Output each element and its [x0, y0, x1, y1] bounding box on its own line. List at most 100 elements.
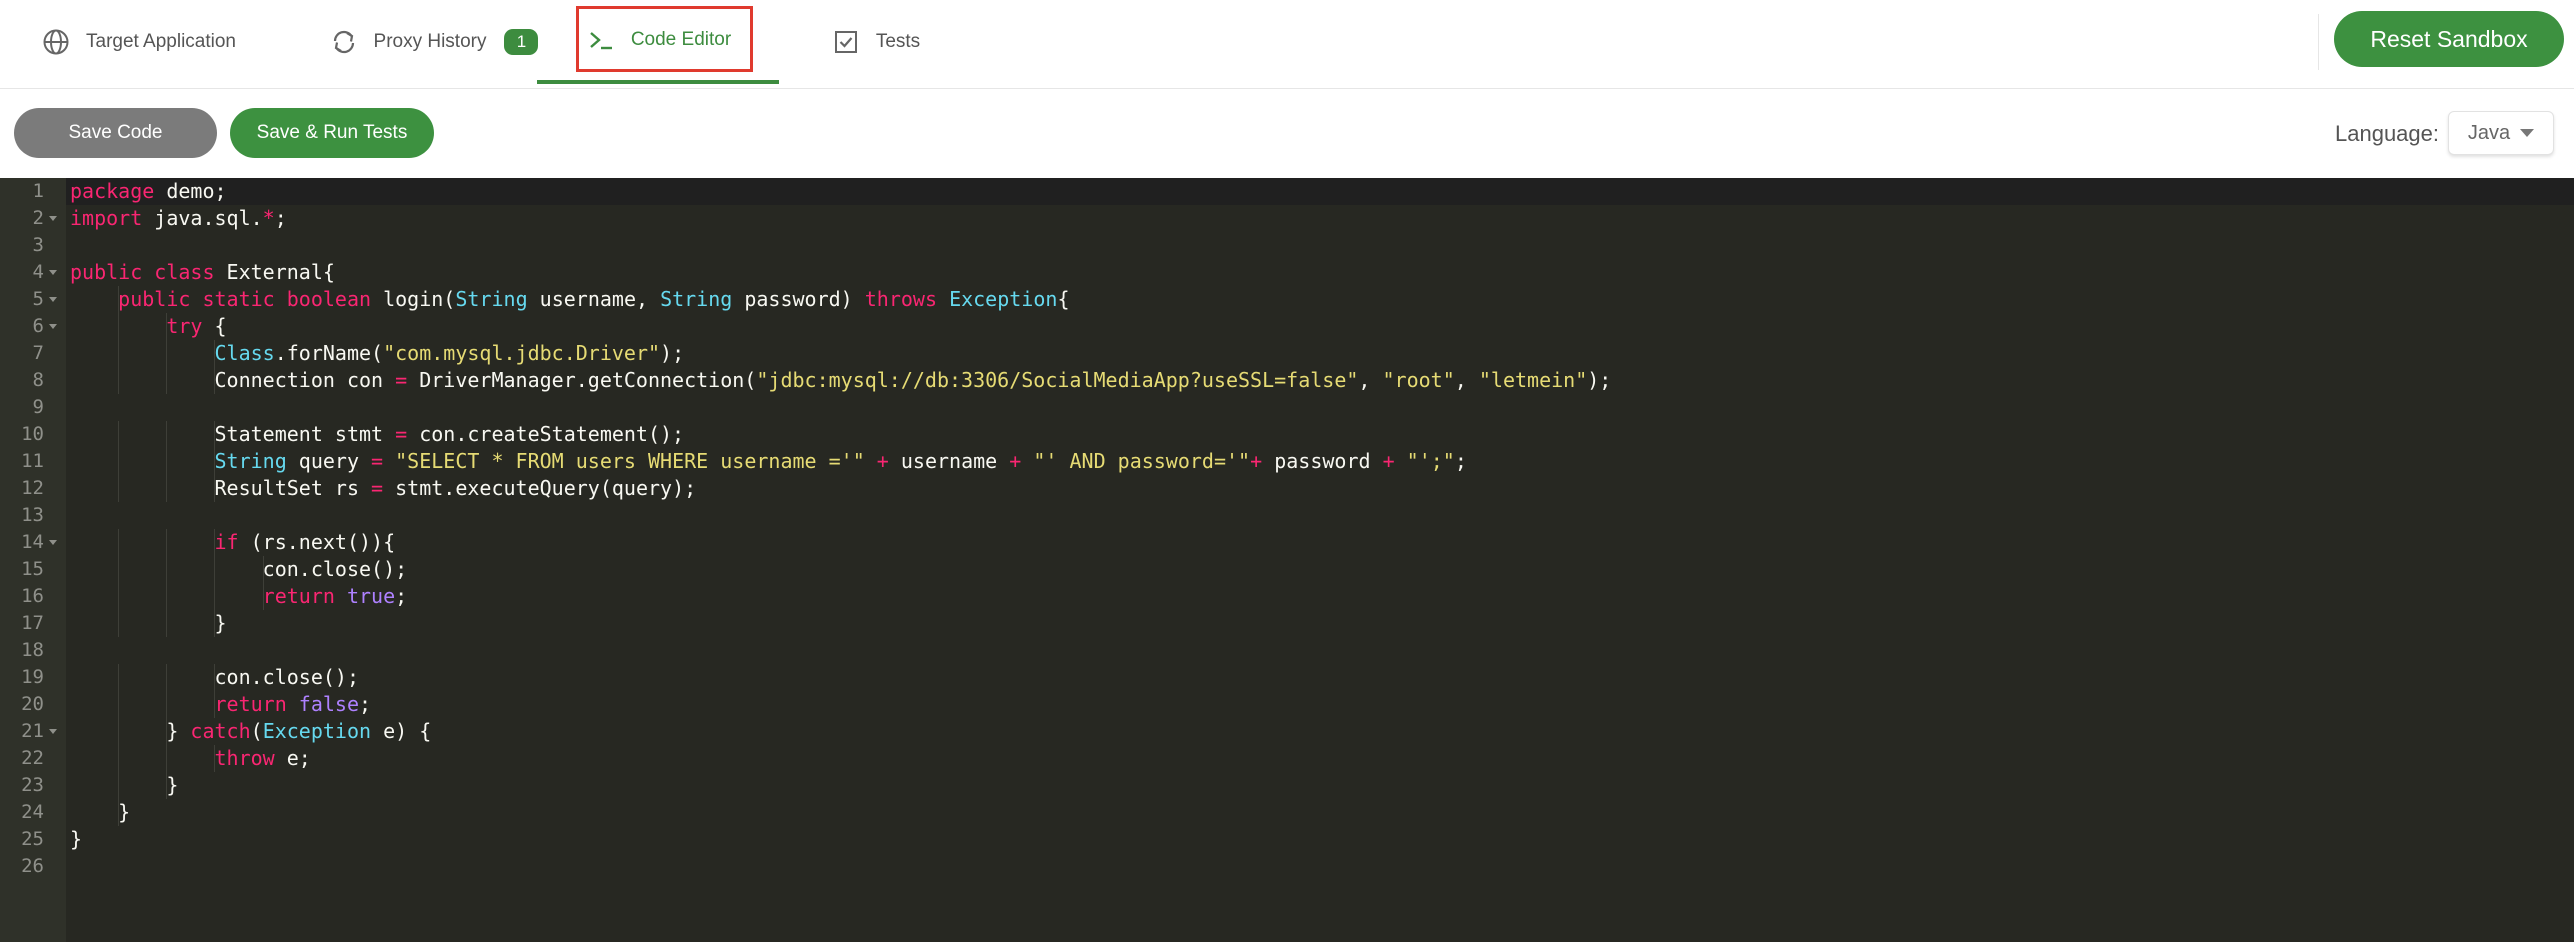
line-number: 9 — [32, 396, 44, 418]
code-line[interactable]: 4 public class External{ — [0, 259, 2574, 286]
code-text: ResultSet rs = stmt.executeQuery(query); — [70, 476, 697, 500]
editor-toolbar: Save Code Save & Run Tests Language: Jav… — [0, 89, 2574, 177]
line-number: 2 — [32, 207, 44, 229]
code-line[interactable]: 18 — [0, 637, 2574, 664]
fold-toggle-icon[interactable] — [49, 324, 57, 329]
line-number: 14 — [21, 531, 44, 553]
tab-target-application-label: Target Application — [86, 31, 236, 52]
fold-toggle-icon[interactable] — [49, 270, 57, 275]
code-line[interactable]: 19 con.close(); — [0, 664, 2574, 691]
code-line[interactable]: 25} — [0, 826, 2574, 853]
code-line[interactable]: 5 public static boolean login(String use… — [0, 286, 2574, 313]
line-number: 25 — [21, 828, 44, 850]
tab-proxy-history-label: Proxy History — [373, 31, 487, 52]
code-line[interactable]: 1 package demo; — [0, 178, 2574, 205]
tab-proxy-history[interactable]: Proxy History 1 — [326, 0, 540, 84]
code-line[interactable]: 23 } — [0, 772, 2574, 799]
code-text: } — [70, 800, 131, 824]
reset-sandbox-button[interactable]: Reset Sandbox — [2334, 11, 2564, 67]
line-number: 7 — [32, 342, 44, 364]
code-text: package demo; — [70, 179, 227, 203]
code-line[interactable]: 21 } catch(Exception e) { — [0, 718, 2574, 745]
code-text: return true; — [262, 584, 408, 608]
top-nav: Target Application Proxy History 1 Code … — [0, 0, 2574, 89]
line-number: 23 — [21, 774, 44, 796]
line-number: 5 — [32, 288, 44, 310]
line-number: 4 — [32, 261, 44, 283]
code-editor[interactable]: 1 package demo; 2 import java.sql.*; 3 4 publi… — [0, 178, 2574, 942]
line-number: 18 — [21, 639, 44, 661]
line-number: 6 — [32, 315, 44, 337]
language-select[interactable]: Java — [2448, 111, 2554, 155]
line-number: 3 — [32, 234, 44, 256]
code-text: con.close(); — [70, 557, 408, 581]
code-content[interactable]: 1 package demo; 2 import java.sql.*; 3 4 publi… — [0, 178, 2574, 880]
line-number: 19 — [21, 666, 44, 688]
nav-divider — [2318, 14, 2319, 70]
line-number: 15 — [21, 558, 44, 580]
code-text: } — [70, 611, 227, 635]
fold-toggle-icon[interactable] — [49, 729, 57, 734]
line-number: 13 — [21, 504, 44, 526]
code-line[interactable]: 26 — [0, 853, 2574, 880]
code-text: Class.forName("com.mysql.jdbc.Driver"); — [214, 341, 685, 365]
code-text: try { — [166, 314, 227, 338]
fold-toggle-icon[interactable] — [49, 540, 57, 545]
code-text: public static boolean login(String usern… — [118, 287, 1070, 311]
code-text: } catch(Exception e) { — [70, 719, 432, 743]
line-number: 26 — [21, 855, 44, 877]
code-text: } — [70, 827, 83, 851]
code-line[interactable]: 12 ResultSet rs = stmt.executeQuery(quer… — [0, 475, 2574, 502]
active-tab-highlight — [576, 6, 753, 72]
code-line[interactable]: 15 con.close(); — [0, 556, 2574, 583]
save-run-tests-button[interactable]: Save & Run Tests — [230, 108, 434, 158]
code-line[interactable]: 11 String query = "SELECT * FROM users W… — [0, 448, 2574, 475]
code-text: import java.sql.*; — [70, 206, 287, 230]
line-number: 24 — [21, 801, 44, 823]
code-line[interactable]: 14 if (rs.next()){ — [0, 529, 2574, 556]
line-number: 17 — [21, 612, 44, 634]
line-number: 21 — [21, 720, 44, 742]
line-number: 12 — [21, 477, 44, 499]
language-value: Java — [2467, 121, 2511, 144]
line-number: 20 — [21, 693, 44, 715]
code-text: public class External{ — [70, 260, 335, 284]
code-text: Statement stmt = con.createStatement(); — [70, 422, 685, 446]
code-line[interactable]: 6 try { — [0, 313, 2574, 340]
save-code-button[interactable]: Save Code — [14, 108, 217, 158]
code-text: con.close(); — [70, 665, 359, 689]
checkbox-icon — [830, 26, 862, 58]
code-line[interactable]: 2 import java.sql.*; — [0, 205, 2574, 232]
refresh-icon — [328, 26, 360, 58]
fold-toggle-icon[interactable] — [49, 297, 57, 302]
code-line[interactable]: 8 Connection con = DriverManager.getConn… — [0, 367, 2574, 394]
code-line[interactable]: 3 — [0, 232, 2574, 259]
code-line[interactable]: 17 } — [0, 610, 2574, 637]
code-line[interactable]: 20 return false; — [0, 691, 2574, 718]
line-number: 16 — [21, 585, 44, 607]
line-number: 22 — [21, 747, 44, 769]
code-text: return false; — [214, 692, 372, 716]
code-line[interactable]: 22 throw e; — [0, 745, 2574, 772]
tab-tests-label: Tests — [875, 31, 921, 52]
tab-tests[interactable]: Tests — [820, 0, 930, 84]
line-number: 11 — [21, 450, 44, 472]
line-number: 8 — [32, 369, 44, 391]
tab-target-application[interactable]: Target Application — [28, 0, 248, 84]
code-line[interactable]: 9 — [0, 394, 2574, 421]
code-line[interactable]: 13 — [0, 502, 2574, 529]
language-label: Language: — [2335, 121, 2439, 146]
code-line[interactable]: 24 } — [0, 799, 2574, 826]
code-line[interactable]: 10 Statement stmt = con.createStatement(… — [0, 421, 2574, 448]
line-number: 10 — [21, 423, 44, 445]
proxy-history-count-badge: 1 — [504, 29, 539, 55]
line-number: 1 — [32, 180, 44, 202]
globe-icon — [40, 26, 72, 58]
fold-toggle-icon[interactable] — [49, 216, 57, 221]
code-text: throw e; — [214, 746, 311, 770]
code-line[interactable]: 16 return true; — [0, 583, 2574, 610]
code-text: String query = "SELECT * FROM users WHER… — [214, 449, 1467, 473]
code-line[interactable]: 7 Class.forName("com.mysql.jdbc.Driver")… — [0, 340, 2574, 367]
code-text: } — [70, 773, 179, 797]
chevron-down-icon — [2520, 129, 2535, 137]
